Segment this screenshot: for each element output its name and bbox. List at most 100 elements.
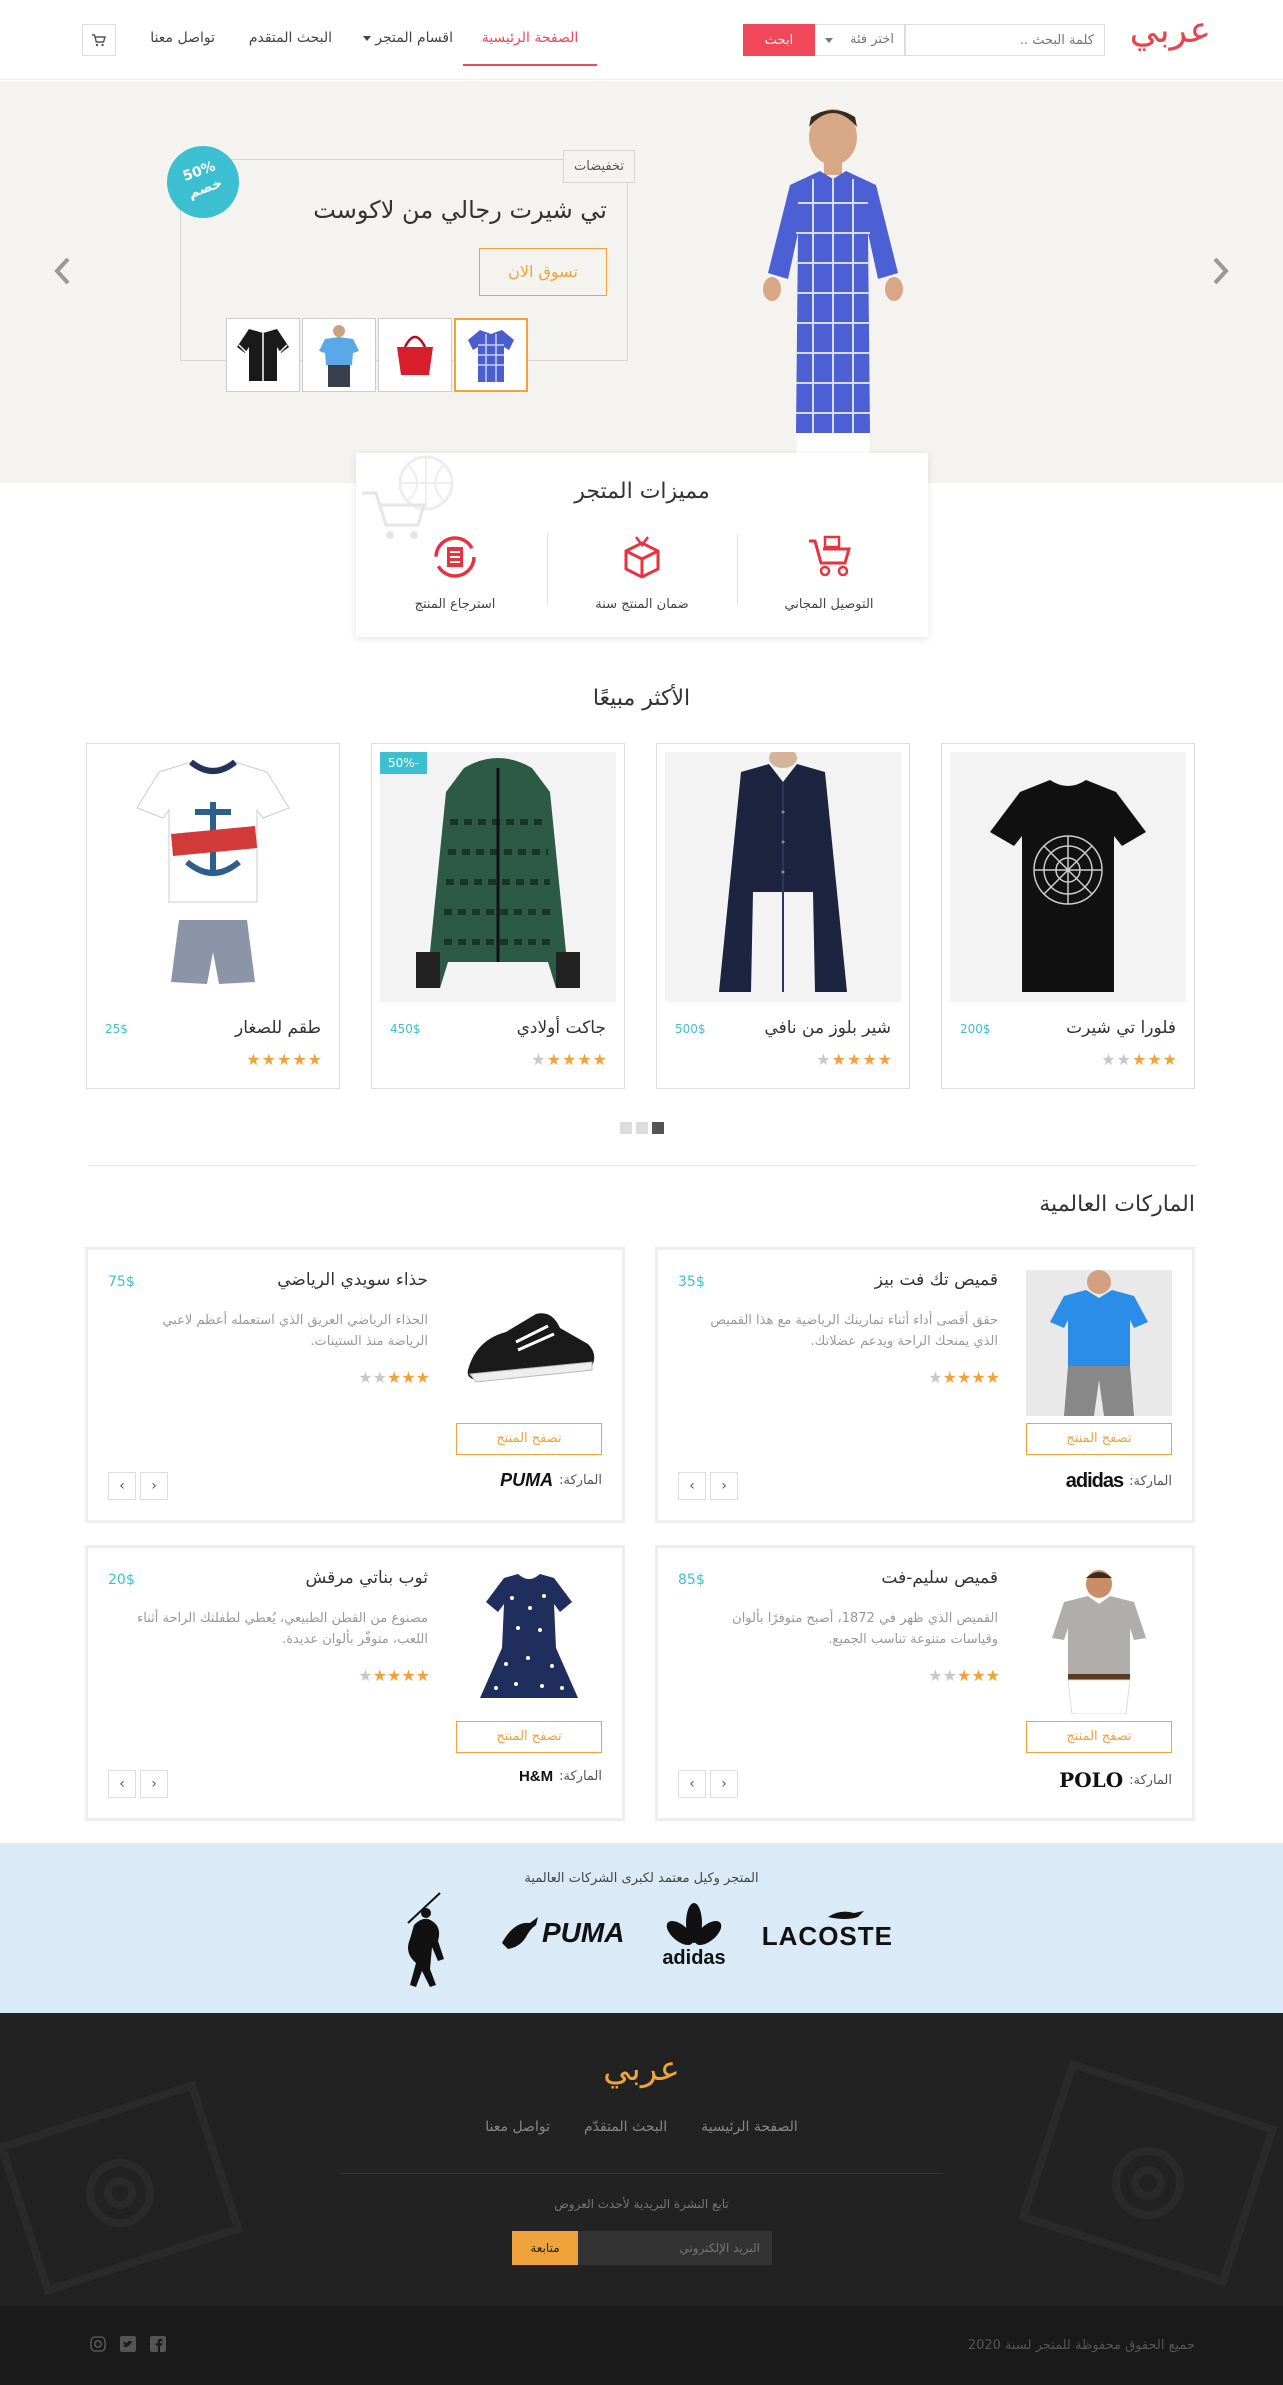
product-rating: ★★★★★ <box>928 1368 1000 1387</box>
nav-advanced-search[interactable]: البحث المتقدم <box>249 30 332 46</box>
partner-logo-puma-text: PUMA <box>542 1917 625 1948</box>
slider-prev-arrow-icon[interactable] <box>48 251 78 291</box>
feature-label: ضمان المنتج سنة <box>595 597 689 612</box>
product-card[interactable]: طقم للصغار 25$ ★★★★★ <box>86 743 340 1089</box>
category-select[interactable]: اختر فئة <box>815 24 905 56</box>
product-price: 25$ <box>105 1022 128 1036</box>
view-product-button[interactable]: تصفح المنتج <box>456 1721 602 1753</box>
product-rating: ★★★★★ <box>928 1666 1000 1685</box>
features-title: مميزات المتجر <box>574 479 710 504</box>
subscribe-button[interactable]: متابعة <box>512 2231 578 2265</box>
brand-logo-adidas: adidas <box>1065 1470 1124 1492</box>
view-product-button[interactable]: تصفح المنتج <box>1026 1423 1172 1455</box>
view-product-button[interactable]: تصفح المنتج <box>1026 1721 1172 1753</box>
product-rating: ★★★★★ <box>816 1050 893 1069</box>
section-divider <box>88 1165 1196 1166</box>
product-price: 450$ <box>390 1022 421 1036</box>
footer-link-home[interactable]: الصفحة الرئيسية <box>701 2119 798 2135</box>
chevron-left-icon[interactable]: ‹ <box>678 1472 706 1500</box>
product-name[interactable]: طقم للصغار <box>235 1018 321 1038</box>
card-nav: ‹ › <box>108 1770 168 1798</box>
chevron-right-icon[interactable]: › <box>140 1770 168 1798</box>
partner-logo-adidas: adidas <box>654 1903 734 1970</box>
product-card[interactable]: شير بلوز من نافي 500$ ★★★★★ <box>656 743 910 1089</box>
product-name[interactable]: قميص سليم-فت <box>881 1568 998 1588</box>
carousel-dot-active[interactable] <box>652 1122 664 1134</box>
product-image <box>1026 1270 1172 1416</box>
bottom-bar: جميع الحقوق محفوظة للمتجر لسنة 2020 <box>0 2306 1283 2385</box>
product-card[interactable]: فلورا تي شيرت 200$ ★★★★★ <box>941 743 1195 1089</box>
partner-logo-lacoste: LACOSTE <box>761 1921 893 1951</box>
search-button[interactable]: ابحث <box>743 24 815 56</box>
footer-divider <box>340 2173 943 2174</box>
slider-next-arrow-icon[interactable] <box>1205 251 1235 291</box>
product-description: مصنوع من القطن الطبيعي، يُعطي لطفلتك الر… <box>137 1611 428 1647</box>
product-rating: ★★★★★ <box>1101 1050 1178 1069</box>
chevron-left-icon[interactable]: ‹ <box>678 1770 706 1798</box>
shop-now-button[interactable]: تسوق الان <box>479 248 607 296</box>
search-input[interactable] <box>905 24 1105 56</box>
footer-links: الصفحة الرئيسية البحث المتقدّم تواصل معن… <box>0 2119 1283 2135</box>
social-links <box>90 2336 166 2352</box>
product-rating: ★★★★★ <box>358 1666 430 1685</box>
card-nav: ‹ › <box>108 1472 168 1500</box>
cart-button[interactable] <box>82 24 116 56</box>
site-footer: عربي الصفحة الرئيسية البحث المتقدّم تواص… <box>0 2013 1283 2306</box>
product-image <box>95 752 331 1002</box>
product-description: الحذاء الرياضي العريق الذي استعمله أعظم … <box>162 1313 428 1349</box>
feature-returns: استرجاع المنتج <box>380 531 530 612</box>
brand-product-card: ثوب بناتي مرقش 20$ مصنوع من القطن الطبيع… <box>85 1545 625 1821</box>
chevron-left-icon[interactable]: ‹ <box>108 1472 136 1500</box>
feature-divider <box>737 533 738 605</box>
tshirt-image <box>319 325 359 387</box>
hero-thumb-shirt-blue-check[interactable] <box>454 318 528 392</box>
crocodile-icon <box>828 1911 864 1919</box>
product-name[interactable]: قميص تك فت بيز <box>875 1270 998 1290</box>
footer-logo[interactable]: عربي <box>0 2049 1283 2089</box>
chevron-right-icon[interactable]: › <box>710 1472 738 1500</box>
nav-store-sections[interactable]: اقسام المتجر <box>363 30 453 46</box>
product-price: 500$ <box>675 1022 706 1036</box>
carousel-dot[interactable] <box>636 1122 648 1134</box>
delivery-cart-icon <box>809 535 851 577</box>
hero-thumb-red-bag[interactable] <box>378 318 452 392</box>
card-nav: ‹ › <box>678 1472 738 1500</box>
chevron-left-icon[interactable]: ‹ <box>108 1770 136 1798</box>
chevron-right-icon[interactable]: › <box>710 1770 738 1798</box>
product-image <box>380 752 616 1002</box>
carousel-dot[interactable] <box>620 1122 632 1134</box>
puma-cat-icon <box>502 1917 538 1949</box>
newsletter-email-input[interactable] <box>578 2231 772 2265</box>
footer-link-contact[interactable]: تواصل معنا <box>485 2119 550 2135</box>
category-select-label: اختر فئة <box>850 32 894 47</box>
product-image <box>1026 1568 1172 1714</box>
partners-strip: المتجر وكيل معتمد لكبرى الشركات العالمية… <box>0 1843 1283 2013</box>
nav-contact[interactable]: تواصل معنا <box>150 30 215 46</box>
facebook-icon[interactable] <box>150 2336 166 2352</box>
view-product-button[interactable]: تصفح المنتج <box>456 1423 602 1455</box>
site-logo[interactable]: عربي <box>1130 10 1211 51</box>
chevron-down-icon <box>825 38 833 47</box>
bag-image <box>397 335 433 375</box>
hero-thumb-black-top[interactable] <box>226 318 300 392</box>
product-rating: ★★★★★ <box>246 1050 323 1069</box>
product-card[interactable]: -50% جاكت أولادي 450$ ★★★★★ <box>371 743 625 1089</box>
partners-title: المتجر وكيل معتمد لكبرى الشركات العالمية <box>524 1871 759 1886</box>
product-name[interactable]: حذاء سويدي الرياضي <box>277 1270 428 1290</box>
site-header: عربي اختر فئة ابحث الصفحة الرئيسية اقسام… <box>0 0 1283 80</box>
product-name[interactable]: شير بلوز من نافي <box>764 1018 891 1038</box>
product-brand: الماركة: H&M <box>519 1768 602 1785</box>
product-name[interactable]: فلورا تي شيرت <box>1066 1018 1176 1038</box>
chevron-right-icon[interactable]: › <box>140 1472 168 1500</box>
product-name[interactable]: جاكت أولادي <box>517 1018 606 1038</box>
product-name[interactable]: ثوب بناتي مرقش <box>305 1568 428 1588</box>
instagram-icon[interactable] <box>90 2336 106 2352</box>
box-warranty-icon <box>624 536 660 579</box>
product-price: 85$ <box>678 1572 705 1588</box>
twitter-icon[interactable] <box>120 2336 136 2352</box>
nav-home[interactable]: الصفحة الرئيسية <box>463 30 597 46</box>
hero-thumb-blue-tshirt[interactable] <box>302 318 376 392</box>
store-features-panel: مميزات المتجر التوصيل المجاني ضمان المنت… <box>356 453 928 637</box>
product-rating: ★★★★★ <box>358 1368 430 1387</box>
footer-link-advanced-search[interactable]: البحث المتقدّم <box>584 2119 667 2135</box>
